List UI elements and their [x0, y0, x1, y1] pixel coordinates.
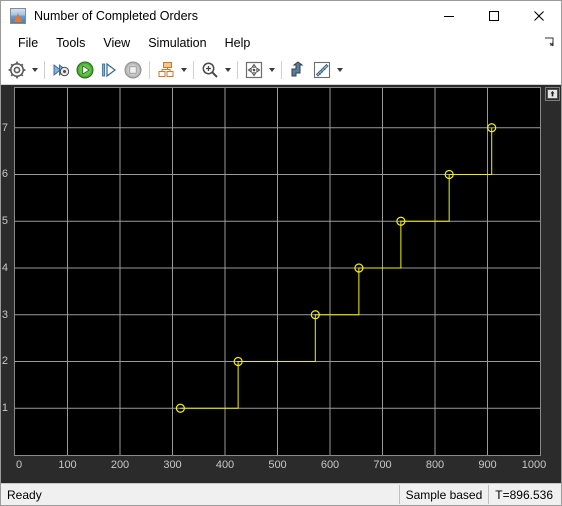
signal-selector-dropdown[interactable] [178, 59, 189, 81]
menu-item-view[interactable]: View [94, 34, 139, 52]
minimize-icon [443, 16, 454, 17]
toolbar-separator [281, 60, 282, 79]
toolbar-separator [44, 60, 45, 79]
status-bar: Ready Sample based T=896.536 [1, 483, 561, 505]
x-tick-label: 300 [163, 459, 182, 471]
step-forward-icon [102, 62, 116, 77]
menu-item-tools[interactable]: Tools [47, 34, 94, 52]
x-tick-label: 800 [425, 459, 445, 471]
frame-mode-cell: Sample based [398, 485, 489, 504]
menu-item-simulation[interactable]: Simulation [139, 34, 215, 52]
x-tick-label: 0 [15, 459, 23, 471]
simulink-scope-icon [10, 8, 26, 24]
close-icon [533, 11, 544, 21]
run-back-to-start-button[interactable] [49, 58, 73, 82]
y-tick-label: 6 [1, 168, 8, 181]
status-text: Ready [7, 487, 42, 502]
play-icon [76, 61, 94, 78]
measurements-button[interactable] [310, 58, 334, 82]
plot-area: 1 2 3 4 5 6 7 0 100 200 300 400 500 600 700 800 900 1000 [1, 85, 561, 483]
toolbar-separator [193, 60, 194, 79]
undock-button[interactable] [545, 87, 560, 101]
measurements-dropdown[interactable] [334, 59, 345, 81]
menu-bar: File Tools View Simulation Help [1, 31, 561, 55]
axes[interactable] [14, 87, 541, 456]
stop-icon [124, 61, 142, 78]
maximize-icon [488, 11, 499, 21]
window-title: Number of Completed Orders [34, 9, 198, 23]
x-tick-label: 200 [110, 459, 130, 471]
simulation-time-cell: T=896.536 [488, 485, 561, 504]
scope-window: Number of Completed Orders File Tools Vi… [0, 0, 562, 506]
y-tick-label: 1 [1, 402, 8, 415]
configuration-properties-button[interactable] [5, 58, 29, 82]
gear-icon [8, 61, 26, 78]
undock-icon [547, 89, 558, 99]
y-tick-label: 5 [1, 215, 8, 228]
close-button[interactable] [516, 2, 561, 31]
menu-overflow-icon[interactable] [543, 36, 555, 48]
stop-button[interactable] [121, 58, 145, 82]
configuration-properties-dropdown[interactable] [29, 59, 40, 81]
cursor-arrow-icon [291, 60, 304, 76]
zoom-in-icon [202, 62, 218, 78]
scale-axes-icon [245, 61, 263, 78]
cursor-measurements-button[interactable] [286, 58, 310, 82]
zoom-dropdown[interactable] [222, 59, 233, 81]
signal-hierarchy-icon [158, 61, 174, 77]
x-tick-label: 1000 [521, 459, 547, 471]
x-tick-label: 700 [373, 459, 392, 471]
x-tick-label: 100 [58, 459, 77, 471]
y-tick-label: 3 [1, 308, 8, 321]
y-tick-label: 4 [1, 261, 8, 274]
x-axis-ticks: 0 100 200 300 400 500 600 700 800 900 1000 [14, 458, 546, 476]
x-tick-label: 600 [320, 459, 340, 471]
signal-selector-button[interactable] [154, 58, 178, 82]
minimize-button[interactable] [426, 2, 471, 31]
menu-item-file[interactable]: File [9, 34, 47, 52]
y-tick-label: 7 [1, 121, 8, 134]
title-bar: Number of Completed Orders [1, 1, 561, 31]
data-series [15, 88, 540, 455]
autoscale-button[interactable] [242, 58, 266, 82]
autoscale-dropdown[interactable] [266, 59, 277, 81]
ruler-icon [313, 61, 331, 78]
toolbar-separator [237, 60, 238, 79]
zoom-button[interactable] [198, 58, 222, 82]
step-forward-button[interactable] [97, 58, 121, 82]
y-axis-ticks: 1 2 3 4 5 6 7 [1, 87, 12, 456]
maximize-button[interactable] [471, 2, 516, 31]
x-tick-label: 900 [478, 459, 497, 471]
toolbar-separator [149, 60, 150, 79]
run-button[interactable] [73, 58, 97, 82]
rewind-icon [53, 63, 70, 76]
menu-item-help[interactable]: Help [216, 34, 260, 52]
x-tick-label: 500 [268, 459, 287, 471]
x-tick-label: 400 [215, 459, 235, 471]
tool-bar [1, 55, 561, 85]
y-tick-label: 2 [1, 355, 8, 368]
